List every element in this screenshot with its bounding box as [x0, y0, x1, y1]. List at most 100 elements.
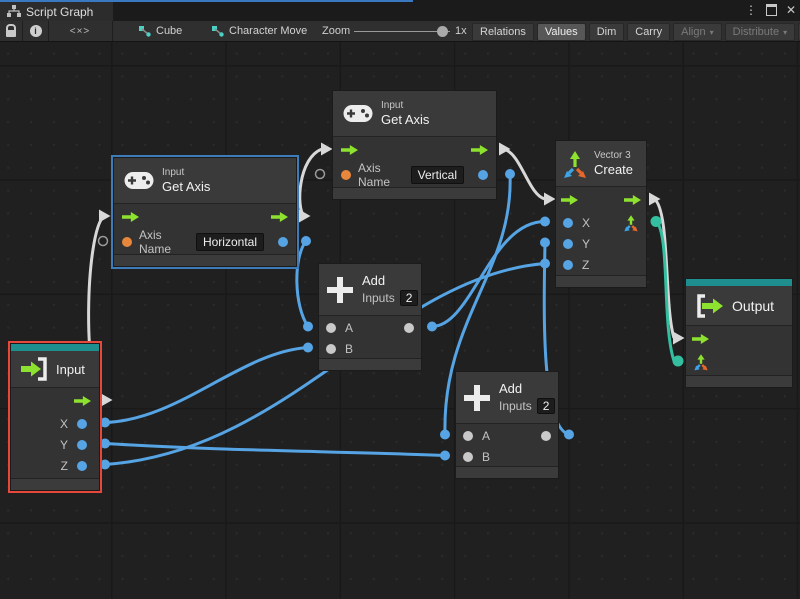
values-button[interactable]: Values	[537, 23, 586, 41]
z-input-port[interactable]	[563, 260, 573, 270]
result-output-port[interactable]	[278, 237, 288, 247]
breadcrumb-label: Character Move	[229, 25, 307, 37]
input-a-port[interactable]	[326, 323, 336, 333]
wire-flow-horizontal-to-vertical[interactable]	[300, 149, 322, 216]
z-output-port[interactable]	[77, 461, 87, 471]
add-icon	[327, 277, 353, 303]
flow-input-port[interactable]	[692, 334, 709, 344]
menu-icon[interactable]: ⋮	[745, 3, 757, 17]
subgraph-icon	[138, 25, 151, 37]
breadcrumb-label: Cube	[156, 25, 182, 37]
sum-output-port[interactable]	[404, 323, 414, 333]
port-label: Axis Name	[139, 228, 189, 256]
node-get-axis-horizontal[interactable]: Input Get Axis Axis Name Horizontal	[113, 157, 297, 267]
unconnected-indicator	[99, 237, 108, 246]
axis-name-input-port[interactable]	[122, 237, 132, 247]
flow-output-port[interactable]	[271, 212, 288, 222]
node-title: Create	[594, 162, 633, 178]
node-footer	[114, 254, 296, 266]
port-label: B	[345, 342, 353, 356]
distribute-button[interactable]: Distribute▾	[725, 23, 795, 41]
node-output-event[interactable]: Output	[685, 278, 793, 388]
result-output-port[interactable]	[478, 170, 488, 180]
node-footer	[686, 375, 792, 387]
flow-input-port[interactable]	[341, 145, 358, 155]
node-footer	[11, 478, 99, 490]
y-output-port[interactable]	[77, 440, 87, 450]
node-footer	[319, 358, 421, 370]
node-add-2[interactable]: Add Inputs 2 A B	[455, 371, 559, 479]
node-footer	[456, 466, 558, 478]
port-label: Axis Name	[358, 161, 404, 189]
x-output-port[interactable]	[77, 419, 87, 429]
maximize-icon[interactable]	[766, 4, 777, 16]
zoom-slider[interactable]	[354, 31, 450, 32]
node-footer	[333, 187, 496, 199]
port-label: Y	[60, 438, 68, 452]
inputs-label: Inputs	[362, 291, 395, 305]
event-accent-bar	[11, 344, 99, 351]
tab-bar: Script Graph ⋮ ✕	[0, 0, 800, 21]
node-title: Get Axis	[381, 112, 429, 128]
sum-output-port[interactable]	[541, 431, 551, 441]
flow-output-port[interactable]	[624, 195, 641, 205]
subgraph-icon	[211, 25, 224, 37]
tab-script-graph[interactable]: Script Graph	[0, 2, 113, 21]
node-category: Vector 3	[594, 150, 633, 162]
flow-input-port[interactable]	[122, 212, 139, 222]
node-category: Input	[381, 100, 429, 112]
breadcrumb-character-move[interactable]: Character Move	[211, 21, 307, 41]
carry-button[interactable]: Carry	[627, 23, 670, 41]
input-b-port[interactable]	[326, 344, 336, 354]
lock-icon	[6, 24, 16, 31]
vector3-icon	[562, 149, 588, 179]
y-input-port[interactable]	[563, 239, 573, 249]
event-accent-bar	[686, 279, 792, 286]
zoom-label: Zoom	[322, 25, 350, 37]
inputs-count-field[interactable]: 2	[400, 290, 419, 306]
axis-name-value-field[interactable]: Vertical	[411, 166, 464, 184]
node-input-event[interactable]: Input X Y Z	[10, 343, 100, 491]
axis-name-input-port[interactable]	[341, 170, 351, 180]
node-title: Output	[732, 298, 774, 314]
wire-inputx-to-add1-b[interactable]	[105, 348, 308, 423]
zoom-slider-handle[interactable]	[437, 26, 448, 37]
node-get-axis-vertical[interactable]: Input Get Axis Axis Name Vertical	[332, 90, 497, 200]
flow-input-port[interactable]	[561, 195, 578, 205]
dim-button[interactable]: Dim	[589, 23, 625, 41]
info-button[interactable]: i	[23, 21, 48, 41]
info-icon: i	[30, 25, 42, 37]
wire-horizontal-to-add1-a[interactable]	[297, 241, 308, 327]
align-button[interactable]: Align▾	[673, 23, 721, 41]
axis-name-value-field[interactable]: Horizontal	[196, 233, 264, 251]
lock-button[interactable]	[0, 21, 22, 41]
node-footer	[556, 275, 646, 287]
gamepad-icon	[124, 171, 154, 190]
input-a-port[interactable]	[463, 431, 473, 441]
node-title: Add	[362, 273, 418, 289]
tab-title: Script Graph	[26, 5, 93, 19]
vector3-output-port[interactable]	[623, 214, 639, 232]
vector3-input-port[interactable]	[693, 353, 709, 371]
breadcrumb-cube[interactable]: Cube	[138, 21, 182, 41]
port-label: X	[582, 216, 590, 230]
x-input-port[interactable]	[563, 218, 573, 228]
input-event-icon	[19, 357, 49, 381]
node-vector3-create[interactable]: Vector 3 Create X Y Z	[555, 140, 647, 288]
graph-icon	[7, 5, 21, 18]
node-title: Input	[56, 362, 85, 377]
close-icon[interactable]: ✕	[786, 3, 796, 17]
code-view-button[interactable]: <×>	[49, 21, 111, 41]
node-add-1[interactable]: Add Inputs 2 A B	[318, 263, 422, 371]
node-title: Add	[499, 381, 555, 397]
node-category: Input	[162, 167, 210, 179]
graph-toolbar: i <×> Cube Character Move Zoom 1x Relati…	[0, 21, 800, 42]
flow-output-port[interactable]	[74, 396, 91, 406]
input-b-port[interactable]	[463, 452, 473, 462]
chevron-down-icon: ▾	[710, 28, 714, 37]
node-title: Get Axis	[162, 179, 210, 195]
flow-output-port[interactable]	[471, 145, 488, 155]
inputs-count-field[interactable]: 2	[537, 398, 556, 414]
wire-inputy-to-add2-b[interactable]	[105, 444, 445, 456]
relations-button[interactable]: Relations	[472, 23, 534, 41]
